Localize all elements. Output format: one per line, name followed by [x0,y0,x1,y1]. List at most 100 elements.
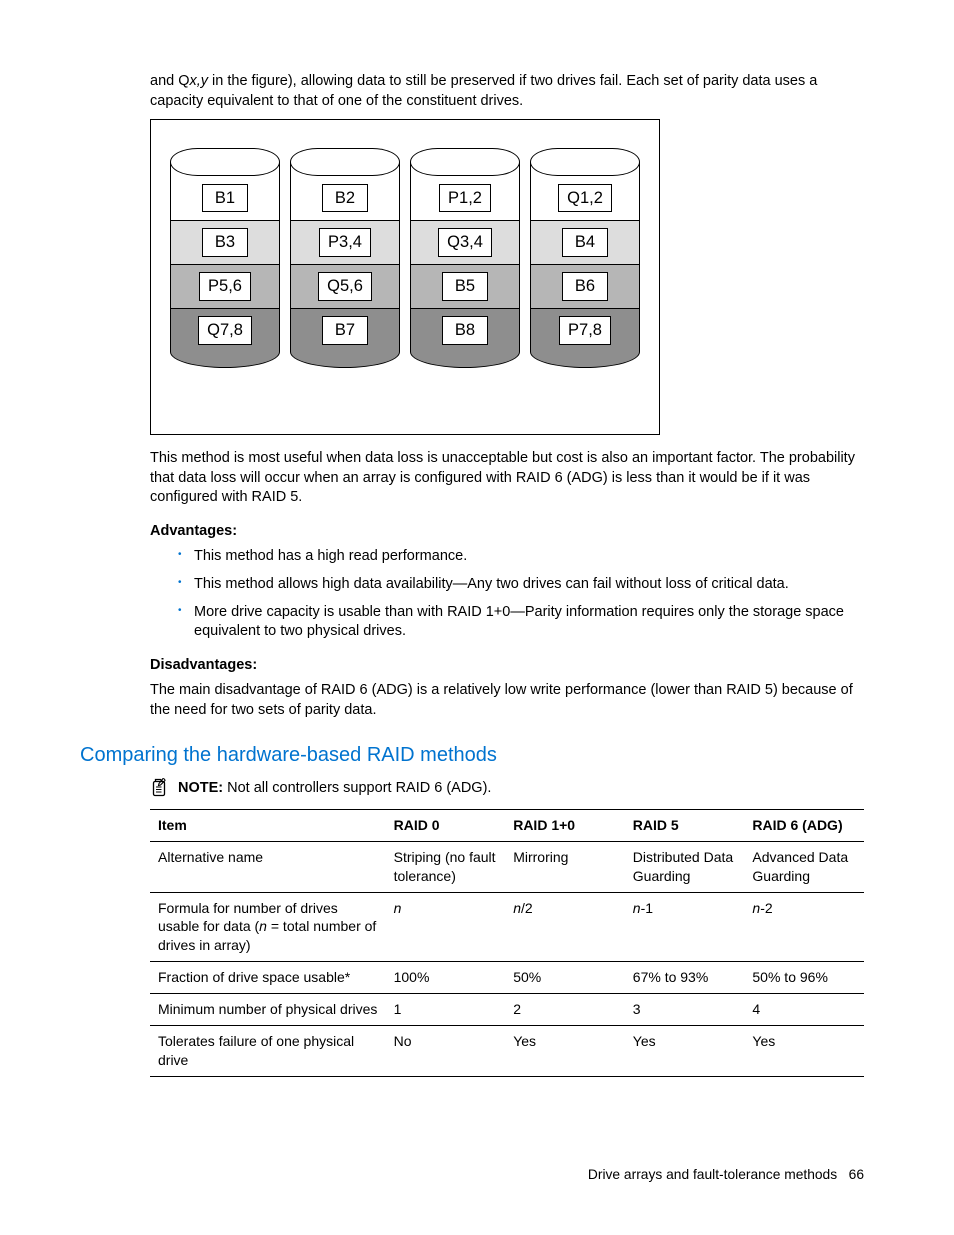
table-header-cell: Item [150,809,386,841]
table-cell-item: Formula for number of drives usable for … [150,892,386,962]
block-label: P1,2 [439,184,491,212]
table-cell: Striping (no fault tolerance) [386,841,506,892]
table-cell-item: Tolerates failure of one physical drive [150,1026,386,1077]
cylinder-top-cap [410,148,520,176]
advantages-list: This method has a high read performance.… [150,547,864,641]
cylinder-bottom-cap [290,352,400,368]
block-label: P5,6 [199,272,251,300]
disadvantages-text: The main disadvantage of RAID 6 (ADG) is… [150,681,864,720]
advantages-heading: Advantages: [150,522,864,542]
cylinder-slice: B3 [171,220,279,264]
note: NOTE: Not all controllers support RAID 6… [150,779,864,799]
table-header-cell: RAID 6 (ADG) [744,809,864,841]
cylinder-slice: P3,4 [291,220,399,264]
list-item: This method has a high read performance. [178,547,864,567]
table-row: Tolerates failure of one physical driveN… [150,1026,864,1077]
page-footer: Drive arrays and fault-tolerance methods… [588,1166,864,1185]
table-cell: 1 [386,994,506,1026]
table-header-cell: RAID 1+0 [505,809,625,841]
cylinder-bottom-cap [530,352,640,368]
table-cell-item: Alternative name [150,841,386,892]
table-cell: 50% [505,962,625,994]
block-label: Q7,8 [198,316,252,344]
block-label: B3 [202,228,248,256]
block-label: B8 [442,316,488,344]
block-label: Q3,4 [438,228,492,256]
table-cell: 67% to 93% [625,962,745,994]
cylinder-barrel: B2 P3,4 Q5,6 B7 [290,162,400,352]
cylinder-top-cap [170,148,280,176]
table-row: Alternative nameStriping (no fault toler… [150,841,864,892]
block-label: P7,8 [559,316,611,344]
note-icon [150,777,170,797]
table-cell: No [386,1026,506,1077]
after-diagram-text: This method is most useful when data los… [150,449,864,508]
cylinder-slice: B6 [531,264,639,308]
cylinder-slice: Q5,6 [291,264,399,308]
table-cell: 3 [625,994,745,1026]
table-row: Minimum number of physical drives1234 [150,994,864,1026]
table-header-cell: RAID 0 [386,809,506,841]
cylinder-slice: B7 [291,308,399,352]
raid6-diagram: B1 B3 P5,6 Q7,8 B2 P3,4 Q5,6 B7 P1,2 Q3,4 B5 B8 Q1,2… [150,119,660,435]
cylinder: B1 B3 P5,6 Q7,8 [170,148,280,368]
note-body: Not all controllers support RAID 6 (ADG)… [227,780,491,796]
cylinder-slice: Q3,4 [411,220,519,264]
intro-before: and Q [150,73,190,89]
table-row: Fraction of drive space usable*100%50%67… [150,962,864,994]
cylinder: Q1,2 B4 B6 P7,8 [530,148,640,368]
cylinder-slice: B4 [531,220,639,264]
intro-after: in the figure), allowing data to still b… [150,73,817,109]
table-cell: 4 [744,994,864,1026]
cylinder: B2 P3,4 Q5,6 B7 [290,148,400,368]
section-heading: Comparing the hardware-based RAID method… [80,742,864,769]
cylinder: P1,2 Q3,4 B5 B8 [410,148,520,368]
table-cell: Mirroring [505,841,625,892]
footer-text: Drive arrays and fault-tolerance methods [588,1167,837,1182]
cylinder-bottom-cap [410,352,520,368]
block-label: B4 [562,228,608,256]
block-label: B7 [322,316,368,344]
table-cell: Yes [744,1026,864,1077]
block-label: B2 [322,184,368,212]
table-cell: Yes [505,1026,625,1077]
raid-comparison-table: ItemRAID 0RAID 1+0RAID 5RAID 6 (ADG) Alt… [150,809,864,1077]
block-label: B5 [442,272,488,300]
block-label: B1 [202,184,248,212]
table-cell: Distributed Data Guarding [625,841,745,892]
table-body: Alternative nameStriping (no fault toler… [150,841,864,1076]
intro-text: and Qx,y in the figure), allowing data t… [150,72,864,111]
list-item: This method allows high data availabilit… [178,575,864,595]
table-cell: n-2 [744,892,864,962]
cylinder-slice: B8 [411,308,519,352]
table-cell: 50% to 96% [744,962,864,994]
table-cell: Advanced Data Guarding [744,841,864,892]
cylinder-slice: P1,2 [411,176,519,220]
cylinder-slice: P7,8 [531,308,639,352]
table-cell-item: Fraction of drive space usable* [150,962,386,994]
table-cell: n/2 [505,892,625,962]
table-cell: n-1 [625,892,745,962]
cylinder-barrel: P1,2 Q3,4 B5 B8 [410,162,520,352]
table-cell-item: Minimum number of physical drives [150,994,386,1026]
disadvantages-heading: Disadvantages: [150,656,864,676]
cylinder-slice: P5,6 [171,264,279,308]
table-row: Formula for number of drives usable for … [150,892,864,962]
intro-italic: x,y [190,73,209,89]
block-label: Q5,6 [318,272,372,300]
cylinder-barrel: B1 B3 P5,6 Q7,8 [170,162,280,352]
block-label: Q1,2 [558,184,612,212]
cylinder-barrel: Q1,2 B4 B6 P7,8 [530,162,640,352]
cylinder-bottom-cap [170,352,280,368]
cylinder-slice: Q1,2 [531,176,639,220]
cylinder-slice: Q7,8 [171,308,279,352]
table-cell: Yes [625,1026,745,1077]
note-label: NOTE: [178,780,223,796]
note-text-wrap: NOTE: Not all controllers support RAID 6… [178,779,491,799]
cylinder-top-cap [290,148,400,176]
cylinder-slice: B5 [411,264,519,308]
list-item: More drive capacity is usable than with … [178,603,864,642]
block-label: P3,4 [319,228,371,256]
block-label: B6 [562,272,608,300]
table-cell: n [386,892,506,962]
